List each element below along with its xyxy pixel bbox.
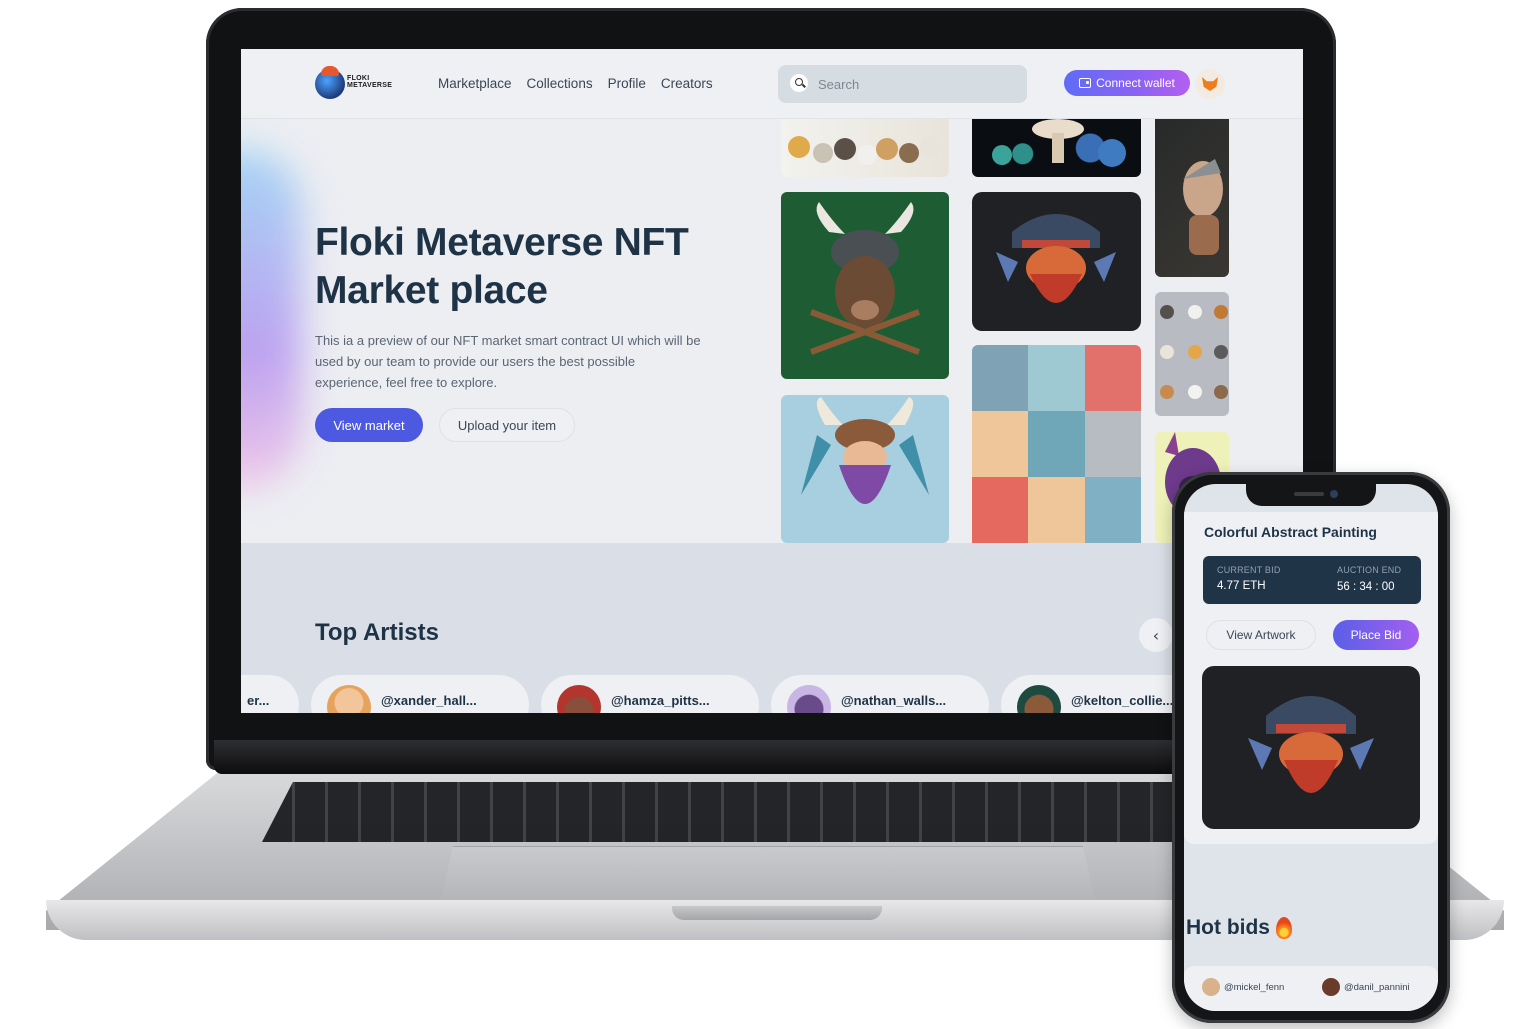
phone-device: Colorful Abstract Painting CURRENT BID 4… [1172,472,1450,1023]
nft-art-dog-tiles[interactable] [972,345,1141,543]
connect-wallet-label: Connect wallet [1096,76,1175,90]
navbar: FLOKI METAVERSE Marketplace Collections … [241,49,1303,119]
phone-screen: Colorful Abstract Painting CURRENT BID 4… [1184,484,1438,1011]
warrior-illustration [1183,159,1223,255]
search-bar [778,65,1027,103]
dog-tile [1028,411,1085,477]
hot-bids-heading: Hot bids [1186,916,1292,940]
avatar [557,685,601,713]
dog-tile [1084,345,1141,411]
artist-name: @hamza_pitts... [611,693,710,708]
view-artwork-button[interactable]: View Artwork [1206,620,1316,650]
artist-name: er... [247,693,270,708]
phone-notch [1246,484,1376,506]
search-icon [790,74,808,92]
dog-tile [972,477,1029,543]
nav-link-collections[interactable]: Collections [527,76,593,91]
avatar [787,685,831,713]
site-logo[interactable]: FLOKI METAVERSE [315,66,405,101]
nav-link-marketplace[interactable]: Marketplace [438,76,512,91]
top-artists-title: Top Artists [315,619,439,646]
artist-card[interactable]: er... [241,675,299,713]
dog-tile [1028,345,1085,411]
wallet-icon [1079,78,1092,88]
nft-art-dog-pattern[interactable] [1155,292,1229,416]
floki-logo-icon [315,66,345,99]
avatar [1202,978,1220,996]
nft-art-viking-boar[interactable] [781,192,949,379]
fox-icon [1202,77,1218,91]
search-input[interactable] [818,65,1018,103]
dwarf-illustration [996,214,1116,303]
dog-pattern-illustration [1160,305,1228,399]
fire-icon [1276,917,1292,939]
laptop-keyboard [262,782,1292,842]
auction-end-label: AUCTION END [1337,565,1402,575]
viking-illustration [801,397,929,504]
dog-tile [1084,477,1141,543]
artist-carousel: er... @xander_hall... @hamza_pitts... @n… [241,675,1219,713]
nav-link-profile[interactable]: Profile [608,76,646,91]
chevron-left-icon: ‹ [1152,625,1160,645]
dog-tile [1028,477,1085,543]
laptop-hinge [214,740,1328,774]
nft-art-warrior-portrait[interactable] [1155,119,1229,277]
auction-card: Colorful Abstract Painting CURRENT BID 4… [1184,512,1438,844]
hero-title: Floki Metaverse NFT Market place [315,221,689,312]
artist-card[interactable]: @nathan_walls... [771,675,989,713]
cosmic-illustration [992,119,1126,167]
laptop-screen: FLOKI METAVERSE Marketplace Collections … [241,49,1303,713]
nft-art-bearded-dwarf[interactable] [972,192,1141,331]
nav-links: Marketplace Collections Profile Creators [438,76,713,91]
place-bid-button[interactable]: Place Bid [1333,620,1419,650]
hot-bid-user[interactable]: @danil_pannini [1322,978,1410,996]
avatar [327,685,371,713]
artist-name: @xander_hall... [381,693,477,708]
artwork-title: Colorful Abstract Painting [1204,524,1377,540]
boar-illustration [809,202,921,355]
metamask-avatar[interactable] [1195,69,1225,99]
laptop-opening-notch [672,906,882,920]
hot-bid-username: @mickel_fenn [1224,981,1285,993]
nft-art-dogs-lineup[interactable] [781,119,949,177]
carousel-prev-button[interactable]: ‹ [1139,618,1173,652]
auction-end-value: 56 : 34 : 00 [1337,581,1395,593]
hot-bid-username: @danil_pannini [1344,981,1410,993]
avatar [1322,978,1340,996]
device-mockup: FLOKI METAVERSE Marketplace Collections … [0,0,1536,1029]
hero-section: Floki Metaverse NFT Market place This ia… [241,119,1303,543]
dog-tile [1084,411,1141,477]
hot-bids-title: Hot bids [1186,916,1270,939]
dog-tile [972,411,1029,477]
logo-text: FLOKI METAVERSE [347,75,393,89]
hero-description: This ia a preview of our NFT market smar… [315,333,701,390]
artist-card[interactable]: @hamza_pitts... [541,675,759,713]
hot-bids-list: @mickel_fenn @danil_pannini [1184,966,1438,1011]
artist-name: @nathan_walls... [841,693,947,708]
view-market-button[interactable]: View market [315,408,423,442]
connect-wallet-button[interactable]: Connect wallet [1064,70,1190,96]
nft-art-cosmic-figures[interactable] [972,119,1141,177]
hot-bid-user[interactable]: @mickel_fenn [1202,978,1284,996]
dogs-lineup-illustration [788,136,942,165]
bid-info-panel: CURRENT BID 4.77 ETH AUCTION END 56 : 34… [1203,556,1421,604]
nav-link-creators[interactable]: Creators [661,76,713,91]
laptop-trackpad [440,846,1096,904]
dwarf-illustration [1248,696,1374,793]
phone-nft-art-dwarf[interactable] [1202,666,1420,829]
artist-card[interactable]: @xander_hall... [311,675,529,713]
dog-tile [972,345,1029,411]
nft-art-purple-viking[interactable] [781,395,949,543]
current-bid-label: CURRENT BID [1217,565,1281,575]
top-artists-section: Top Artists ‹ er... @xander_hall... @ham… [241,543,1303,713]
current-bid-value: 4.77 ETH [1217,580,1266,592]
hero-gradient-glow [241,149,301,489]
upload-item-button[interactable]: Upload your item [439,408,575,442]
artist-name: @kelton_collie... [1071,693,1174,708]
avatar [1017,685,1061,713]
